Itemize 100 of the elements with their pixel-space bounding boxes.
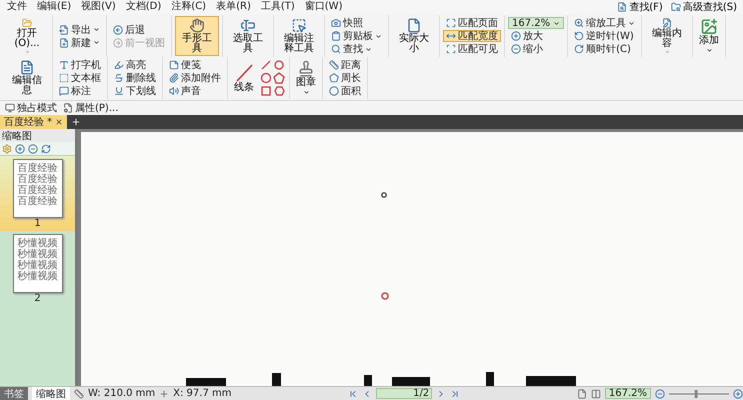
toolbar-button[interactable]: 快照 xyxy=(328,17,385,29)
document-tab[interactable]: 百度经验 * xyxy=(0,115,68,129)
toolbar-button[interactable]: 距离 xyxy=(326,59,364,71)
toolbar-button[interactable]: 属性(P)... xyxy=(60,102,122,114)
thumbnail-text: 百度经验 xyxy=(18,163,58,174)
toolbar-button[interactable]: 后退 xyxy=(110,24,168,36)
toolbar-button[interactable]: 匹配宽度 xyxy=(443,30,501,42)
page-number-field[interactable]: 1/2 xyxy=(376,388,432,399)
speaker-icon xyxy=(169,86,179,96)
toolbar-button[interactable]: 顺时针(C) xyxy=(571,43,638,55)
toolbar-button[interactable]: 删除线 xyxy=(111,72,159,84)
toolbar-button[interactable]: 独占模式 xyxy=(2,102,60,114)
caret-icon xyxy=(664,50,671,54)
text-cursor-icon xyxy=(239,18,257,33)
toolbar-button[interactable]: 匹配页面 xyxy=(443,17,501,29)
rotate-right-icon xyxy=(574,44,584,54)
toolbar-button[interactable]: 打开(O)... xyxy=(5,16,49,56)
selection-pointer-icon xyxy=(290,18,308,33)
thumbnail-text: 秒懂视频 xyxy=(18,238,58,249)
highlight-icon xyxy=(114,60,124,70)
toolbar-button[interactable]: 面积 xyxy=(326,85,364,97)
caret-icon xyxy=(628,20,636,26)
search-icon xyxy=(331,44,341,54)
first-page-icon xyxy=(348,388,358,398)
toolbar-button[interactable]: 编辑注释工具 xyxy=(277,16,321,56)
toolbar-button[interactable]: 匹配可见 xyxy=(443,43,501,55)
magnifier-icon xyxy=(574,18,584,28)
page-number: 2 xyxy=(34,293,41,305)
search-link[interactable]: 高级查找(S) xyxy=(666,0,741,14)
toolbar-button[interactable]: 编辑内容 xyxy=(645,16,690,56)
hand-icon xyxy=(188,18,206,33)
toolbar-button[interactable]: 添加附件 xyxy=(166,72,224,84)
thumbnail-text: 百度经验 xyxy=(18,185,58,196)
close-icon xyxy=(55,118,64,126)
menu-item[interactable]: 表单(R) xyxy=(211,0,256,14)
panel-title: 缩略图 xyxy=(2,130,32,142)
toolbar-button[interactable]: 打字机 xyxy=(56,59,104,71)
ruler-icon xyxy=(329,60,339,70)
panel-tab[interactable]: 书签 xyxy=(0,386,28,400)
last-page-icon xyxy=(450,388,460,398)
toolbar-button[interactable]: 查找 xyxy=(328,43,385,55)
new-tab-icon[interactable] xyxy=(71,117,82,127)
typewriter-icon xyxy=(59,60,69,70)
toolbar-button[interactable]: 下划线 xyxy=(111,85,159,97)
toolbar-button[interactable]: 新建 xyxy=(56,36,103,48)
toolbar-button[interactable]: 导出 xyxy=(56,24,103,36)
toolbar-button[interactable]: 便笺 xyxy=(166,59,224,71)
menu-item[interactable]: 注释(C) xyxy=(166,0,212,14)
sticky-note-icon xyxy=(169,60,179,70)
toolbar-button[interactable]: 文本框 xyxy=(56,72,104,84)
slider-thumb[interactable] xyxy=(694,390,698,398)
zoom-field[interactable]: 167.2% xyxy=(604,388,652,399)
toolbar-button[interactable]: 缩放工具 xyxy=(571,17,638,29)
toolbar-button[interactable]: 剪贴板 xyxy=(328,30,385,42)
caret-icon xyxy=(553,20,560,26)
toolbar-button[interactable]: 周长 xyxy=(326,72,364,84)
toolbar-button[interactable]: 添加 xyxy=(696,16,722,56)
menu-item[interactable]: 编辑(E) xyxy=(32,0,76,14)
toolbar-button[interactable]: 标注 xyxy=(56,85,104,97)
strikethrough-icon xyxy=(114,73,124,83)
toolbar-button[interactable]: 手形工具 xyxy=(175,16,219,56)
thumbnail-text: 秒懂视频 xyxy=(18,249,58,260)
toolbar-button[interactable]: 编辑信息 xyxy=(5,58,49,98)
rotate-left-icon xyxy=(574,31,584,41)
monitor-icon xyxy=(5,103,15,113)
two-page-icon xyxy=(590,388,601,398)
zoom-out-icon xyxy=(28,144,38,154)
menu-item[interactable]: 文件 xyxy=(2,0,32,14)
area-circle-icon xyxy=(329,86,339,96)
toolbar-button[interactable]: 缩小 xyxy=(508,43,564,55)
line-icon xyxy=(235,64,253,82)
cursor-x-readout: X: 97.7 mm xyxy=(173,388,232,399)
toolbar-button[interactable]: 实际大小 xyxy=(392,16,436,56)
menu-item[interactable]: 文档(D) xyxy=(120,0,166,14)
search-link[interactable]: 查找(F) xyxy=(613,0,667,14)
toolbar-button[interactable]: 高亮 xyxy=(111,59,159,71)
toolbar-button[interactable]: 声音 xyxy=(166,85,224,97)
ruler-icon xyxy=(74,388,84,398)
text-box-icon xyxy=(59,73,69,83)
toolbar-button[interactable]: 放大 xyxy=(508,30,564,42)
caret-icon xyxy=(706,47,713,54)
crosshair-icon xyxy=(159,388,170,398)
page-width-readout: W: 210.0 mm xyxy=(88,388,156,399)
thumbnail-text: 秒懂视频 xyxy=(18,260,58,271)
toolbar-button[interactable]: 选取工具 xyxy=(226,16,270,56)
zoom-combo[interactable]: 167.2% xyxy=(508,17,564,29)
single-page-icon xyxy=(576,388,587,398)
toolbar-button[interactable]: 图章 xyxy=(293,58,319,98)
menu-item[interactable]: 视图(V) xyxy=(76,0,121,14)
zoom-in-icon xyxy=(15,144,25,154)
export-icon xyxy=(59,24,69,34)
panel-tab[interactable]: 缩略图 xyxy=(32,386,70,400)
folder-search-icon xyxy=(670,2,681,12)
page-thumbnail[interactable]: 百度经验 百度经验 百度经验 百度经验 1 xyxy=(0,156,75,231)
clipboard-icon xyxy=(331,31,341,41)
menu-item[interactable]: 窗口(W) xyxy=(300,0,348,14)
toolbar-button[interactable]: 线条 xyxy=(231,62,257,94)
zoom-slider[interactable] xyxy=(669,388,730,398)
toolbar-button[interactable]: 逆时针(W) xyxy=(571,30,638,42)
menu-item[interactable]: 工具(T) xyxy=(256,0,300,14)
